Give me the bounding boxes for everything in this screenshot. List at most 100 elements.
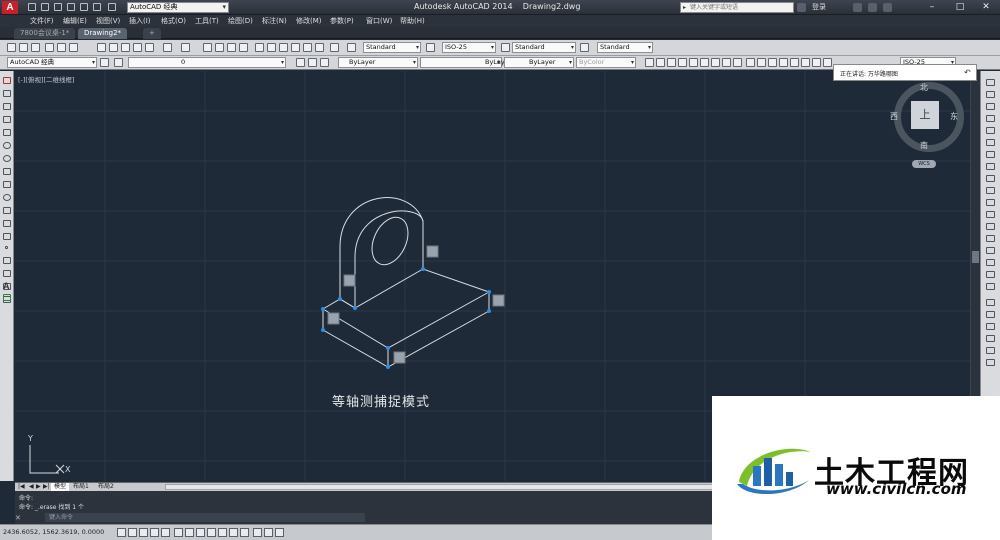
viewcube-north[interactable]: 北 <box>920 82 928 93</box>
dim-style-icon[interactable] <box>426 43 435 52</box>
scale-icon[interactable] <box>986 163 995 170</box>
polygon-icon[interactable] <box>3 116 11 123</box>
markup-icon[interactable] <box>303 43 312 52</box>
properties-icon[interactable] <box>255 43 264 52</box>
make-block-icon[interactable] <box>3 233 11 240</box>
lineweight-select[interactable]: ByLayer <box>504 57 574 68</box>
plotstyle-select[interactable]: ByColor <box>576 57 636 68</box>
object-tracking-icon[interactable] <box>196 528 205 537</box>
connect-icon[interactable] <box>868 3 877 12</box>
quick-dim-icon[interactable] <box>733 58 742 67</box>
tab-7800[interactable]: 7800会议桌-1* <box>14 28 76 39</box>
new-tab-button[interactable]: + <box>143 28 161 39</box>
lineweight-toggle-icon[interactable] <box>229 528 238 537</box>
ortho-mode-icon[interactable] <box>150 528 159 537</box>
coordinate-readout[interactable]: 2436.6052, 1562.3619, 0.0000 <box>3 528 104 536</box>
inspect-icon[interactable] <box>812 58 821 67</box>
3d-osnap-icon[interactable] <box>185 528 194 537</box>
array-icon[interactable] <box>986 127 995 134</box>
tab-layout2[interactable]: 布局2 <box>95 483 117 491</box>
transparency-icon[interactable] <box>240 528 249 537</box>
menu-format[interactable]: 格式(O) <box>161 16 186 26</box>
help-icon[interactable] <box>883 3 892 12</box>
wcs-menu[interactable]: WCS <box>912 160 936 168</box>
publish-icon[interactable] <box>69 43 78 52</box>
viewcube-south[interactable]: 南 <box>920 140 928 151</box>
undo-tool-icon[interactable] <box>163 43 172 52</box>
draw-order-front-icon[interactable] <box>986 311 995 318</box>
jogged-linear-icon[interactable] <box>823 58 832 67</box>
zoom-previous-icon[interactable] <box>239 43 248 52</box>
multileader-style-icon[interactable] <box>580 43 589 52</box>
move-icon[interactable] <box>986 139 995 146</box>
gradient-icon[interactable] <box>3 270 11 277</box>
paste-icon[interactable] <box>121 43 130 52</box>
qnew-icon[interactable] <box>7 43 16 52</box>
polyline-icon[interactable] <box>3 103 11 110</box>
multileader-style-select[interactable]: Standard <box>597 42 653 53</box>
workspace-select[interactable]: AutoCAD 经典 <box>127 2 229 13</box>
blend-icon[interactable] <box>986 271 995 278</box>
hatch-icon[interactable] <box>3 257 11 264</box>
save-as-icon[interactable] <box>67 3 75 11</box>
open-icon[interactable] <box>41 3 49 11</box>
layer-manager-icon[interactable] <box>114 58 123 67</box>
stretch-icon[interactable] <box>986 175 995 182</box>
pan-icon[interactable] <box>203 43 212 52</box>
menu-parametric[interactable]: 参数(P) <box>330 16 354 26</box>
workspace-settings-icon[interactable] <box>100 58 109 67</box>
tab-model[interactable]: 模型 <box>51 483 70 491</box>
first-layout-icon[interactable]: |◀ <box>18 483 25 490</box>
menu-modify[interactable]: 修改(M) <box>296 16 322 26</box>
menu-help[interactable]: 帮助(H) <box>400 16 425 26</box>
insert-block-icon[interactable] <box>3 220 11 227</box>
layer-state-icon[interactable] <box>320 58 329 67</box>
aligned-dim-icon[interactable] <box>656 58 665 67</box>
circle-icon[interactable] <box>3 155 11 162</box>
tab-layout1[interactable]: 布局1 <box>70 483 92 491</box>
selection-cycling-icon[interactable] <box>264 528 273 537</box>
cut-icon[interactable] <box>97 43 106 52</box>
print-icon[interactable] <box>80 3 88 11</box>
text-style-icon[interactable] <box>347 43 356 52</box>
plot-icon[interactable] <box>45 43 54 52</box>
exchange-icon[interactable] <box>853 3 862 12</box>
break-icon[interactable] <box>779 58 788 67</box>
menu-window[interactable]: 窗口(W) <box>366 16 392 26</box>
copy-object-icon[interactable] <box>986 91 995 98</box>
tolerance-icon[interactable] <box>790 58 799 67</box>
annotation-monitor-icon[interactable] <box>275 528 284 537</box>
break-tool-icon[interactable] <box>986 223 995 230</box>
layer-previous-icon[interactable] <box>308 58 317 67</box>
scroll-thumb[interactable] <box>972 251 979 263</box>
arc-length-icon[interactable] <box>667 58 676 67</box>
dynamic-ucs-icon[interactable] <box>207 528 216 537</box>
angular-icon[interactable] <box>722 58 731 67</box>
redo-icon[interactable] <box>108 3 116 11</box>
center-mark-icon[interactable] <box>801 58 810 67</box>
menu-edit[interactable]: 编辑(E) <box>63 16 87 26</box>
binoculars-icon[interactable] <box>797 3 806 12</box>
rotate-icon[interactable] <box>986 151 995 158</box>
command-input[interactable]: 键入命令 <box>45 513 365 522</box>
rectangle-icon[interactable] <box>3 129 11 136</box>
linetype-select[interactable]: ByLayer <box>420 57 511 68</box>
explode-icon[interactable] <box>986 283 995 290</box>
command-close-icon[interactable]: ✕ <box>15 514 21 522</box>
menu-file[interactable]: 文件(F) <box>30 16 54 26</box>
infer-constraints-icon[interactable] <box>117 528 126 537</box>
fillet-icon[interactable] <box>986 259 995 266</box>
login-link[interactable]: 登录 <box>812 2 826 12</box>
object-snap-icon[interactable] <box>174 528 183 537</box>
menu-view[interactable]: 视图(V) <box>96 16 120 26</box>
revision-cloud-icon[interactable] <box>3 168 11 175</box>
dim-front-icon[interactable] <box>986 359 995 366</box>
viewcube-west[interactable]: 西 <box>890 111 898 122</box>
minimize-button[interactable]: – <box>918 0 946 14</box>
trim-icon[interactable] <box>986 187 995 194</box>
construction-line-icon[interactable] <box>3 90 11 97</box>
text-style-select[interactable]: Standard <box>363 42 421 53</box>
save-icon[interactable] <box>54 3 62 11</box>
preview-icon[interactable] <box>57 43 66 52</box>
mirror-icon[interactable] <box>986 103 995 110</box>
